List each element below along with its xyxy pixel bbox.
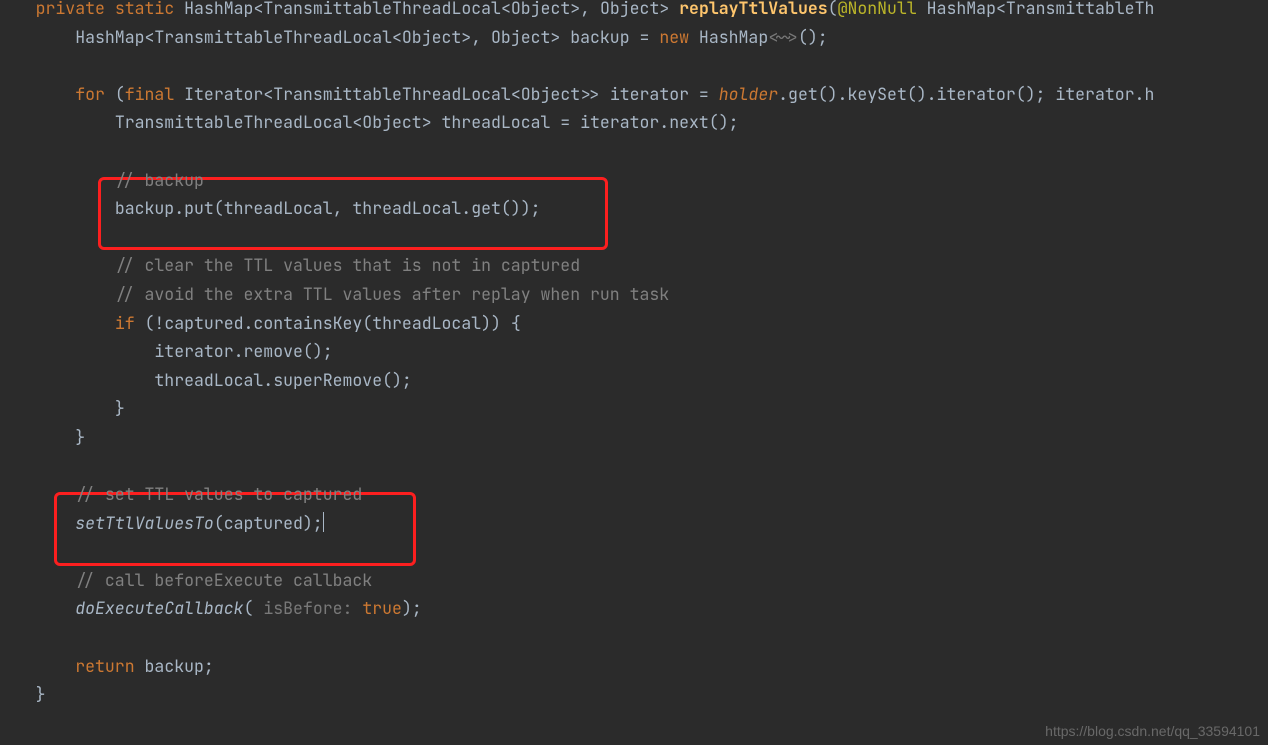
comment-backup: // backup xyxy=(115,169,204,191)
call-open: ( xyxy=(244,597,264,619)
method-name: replayTtlValues xyxy=(679,0,828,19)
ctor: HashMap xyxy=(699,26,768,48)
stmt-backup-put: backup.put(threadLocal, threadLocal.get(… xyxy=(115,197,541,219)
csdn-watermark: https://blog.csdn.net/qq_33594101 xyxy=(1045,723,1260,739)
annotation-nonnull: @NonNull xyxy=(838,0,917,19)
method-close-brace: } xyxy=(36,683,46,705)
backup-decl: HashMap<TransmittableThreadLocal<Object>… xyxy=(75,26,659,48)
call-close: ); xyxy=(402,597,422,619)
for-rest: .get().keySet().iterator(); iterator.h xyxy=(778,83,1154,105)
keyword-new: new xyxy=(659,26,699,48)
caret xyxy=(323,512,324,532)
stmt-superremove: threadLocal.superRemove(); xyxy=(154,369,411,391)
field-holder: holder xyxy=(719,83,778,105)
comment-clear1: // clear the TTL values that is not in c… xyxy=(115,254,580,276)
for-open: ( xyxy=(115,83,125,105)
stmt-iterator-remove: iterator.remove(); xyxy=(154,340,332,362)
for-close-brace: } xyxy=(75,426,85,448)
call-doexecutecallback: doExecuteCallback xyxy=(75,597,243,619)
comment-setttl: // set TTL values to captured xyxy=(75,483,362,505)
keyword-return: return xyxy=(75,655,144,677)
if-cond: (!captured.containsKey(threadLocal)) { xyxy=(145,312,521,334)
threadlocal-decl: TransmittableThreadLocal<Object> threadL… xyxy=(115,111,739,133)
comment-clear2: // avoid the extra TTL values after repl… xyxy=(115,283,669,305)
param-hint-isbefore: isBefore: xyxy=(263,597,362,619)
keyword-final: final xyxy=(125,83,184,105)
call-setttl-args: (captured); xyxy=(214,512,323,534)
return-var: backup; xyxy=(145,655,214,677)
ctor-end: (); xyxy=(798,26,828,48)
keyword-static: static xyxy=(115,0,174,19)
keyword-private: private xyxy=(36,0,105,19)
if-close-brace: } xyxy=(115,397,125,419)
comment-callback: // call beforeExecute callback xyxy=(75,569,372,591)
iterator-decl: Iterator<TransmittableThreadLocal<Object… xyxy=(184,83,719,105)
keyword-for: for xyxy=(75,83,115,105)
diamond-hint: <~> xyxy=(768,26,798,48)
literal-true: true xyxy=(362,597,402,619)
code-editor[interactable]: private static HashMap<TransmittableThre… xyxy=(0,0,1264,709)
keyword-if: if xyxy=(115,312,145,334)
call-setttlvaluesto: setTtlValuesTo xyxy=(75,512,214,534)
param-type: HashMap<TransmittableTh xyxy=(927,0,1155,19)
return-type: HashMap<TransmittableThreadLocal<Object>… xyxy=(184,0,669,19)
